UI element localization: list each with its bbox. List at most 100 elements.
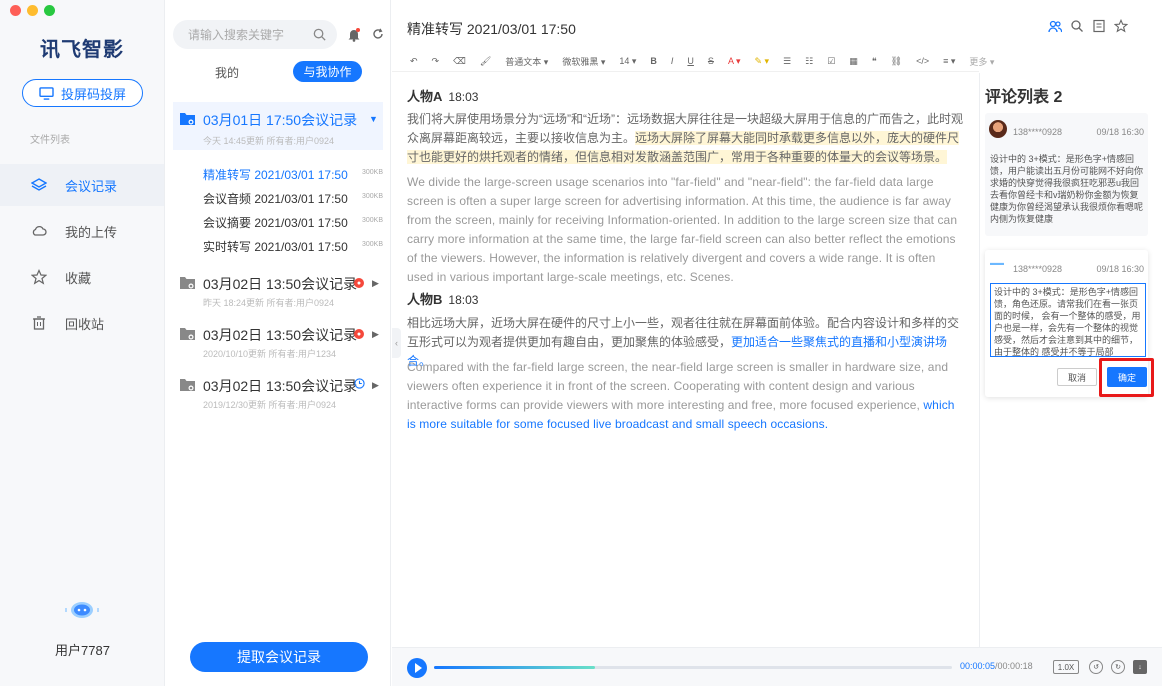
sub-item-label: 实时转写 2021/03/01 17:50 [203, 240, 348, 254]
tab-collab[interactable]: 与我协作 [293, 61, 362, 82]
assistant-bot-icon[interactable] [62, 595, 102, 623]
playback-time: 00:00:05/00:00:18 [960, 661, 1033, 671]
document-outline-icon[interactable] [1092, 19, 1106, 33]
editor-top-actions [1048, 19, 1128, 33]
comment-text: 设计中的 3+模式：是形色字+情感回馈，用户能读出五月份可能网不好向你求婚的快穿… [990, 154, 1144, 224]
extract-records-button[interactable]: 提取会议记录 [190, 642, 368, 672]
chevron-right-icon[interactable]: ▶ [372, 329, 379, 340]
folder-icon [180, 379, 195, 391]
playback-speed-button[interactable]: 1.0X [1053, 660, 1079, 674]
sub-item-summary[interactable]: 会议摘要 2021/03/01 17:50 300KB [203, 214, 383, 231]
comment-user: 138****0928 [1013, 127, 1063, 137]
minimize-window-button[interactable] [27, 5, 38, 16]
file-size: 300KB [361, 169, 383, 176]
checkbox-icon[interactable]: ☑ [827, 56, 835, 67]
sub-item-realtime[interactable]: 实时转写 2021/03/01 17:50 300KB [203, 238, 383, 255]
record-title: 03月02日 13:50会议记录 [203, 276, 358, 292]
sub-item-label: 精准转写 2021/03/01 17:50 [203, 168, 348, 182]
sidebar-item-trash[interactable]: 回收站 [0, 302, 164, 344]
speaker-a-heading: 人物A 18:03 [407, 86, 478, 105]
sidebar-item-label: 回收站 [65, 316, 105, 332]
cloud-icon [32, 225, 47, 236]
format-painter-icon[interactable]: 🖌︎ [480, 56, 491, 67]
tab-mine[interactable]: 我的 [215, 64, 239, 81]
more-select[interactable]: 更多 ▾ [969, 55, 994, 68]
sidebar-item-favorites[interactable]: 收藏 [0, 256, 164, 298]
bullet-list-icon[interactable]: ☰ [783, 56, 791, 67]
status-badge: ● [354, 278, 364, 288]
record-item[interactable]: 03月02日 13:50会议记录 ● ▶ 2020/10/10更新 所有者:用户… [173, 321, 383, 361]
comment-date: 09/18 16:30 [1096, 264, 1144, 274]
font-select[interactable]: 微软雅黑 ▾ [562, 55, 605, 68]
app-logo: 讯飞智影 [40, 39, 124, 61]
bold-icon[interactable]: B [650, 56, 657, 66]
text-style-select[interactable]: 普通文本 ▾ [505, 55, 548, 68]
paragraph-b-english[interactable]: Compared with the far-field large screen… [407, 358, 965, 434]
undo-icon[interactable]: ↶ [410, 56, 418, 67]
sub-item-audio[interactable]: 会议音频 2021/03/01 17:50 300KB [203, 190, 383, 207]
eraser-icon[interactable]: ⌫ [453, 56, 466, 67]
chevron-down-icon[interactable]: ▼ [369, 114, 378, 124]
layers-icon [31, 178, 47, 191]
link-icon[interactable]: ⛓ [891, 56, 902, 67]
progress-track[interactable] [434, 666, 952, 669]
download-icon[interactable]: ↓ [1133, 660, 1147, 674]
folder-icon [180, 277, 195, 289]
current-user-name[interactable]: 用户7787 [0, 640, 165, 659]
font-size-select[interactable]: 14 ▾ [619, 56, 636, 67]
sidebar-item-my-uploads[interactable]: 我的上传 [0, 210, 164, 252]
zoom-window-button[interactable] [44, 5, 55, 16]
paragraph-a-english[interactable]: We divide the large-screen usage scenari… [407, 173, 965, 287]
star-icon [31, 269, 47, 285]
record-item[interactable]: 03月02日 13:50会议记录 ▶ 2019/12/30更新 所有者:用户09… [173, 372, 383, 412]
sidebar: 讯飞智影 投屏码投屏 文件列表 会议记录 我的上传 收藏 回收站 用户7787 [0, 0, 165, 686]
underline-icon[interactable]: U [687, 56, 694, 66]
collapse-sidebar-handle[interactable]: ‹ [392, 328, 401, 358]
table-icon[interactable]: ▦ [849, 56, 858, 67]
align-select[interactable]: ≡ ▾ [943, 56, 955, 67]
record-meta: 昨天 18:24更新 所有者:用户0924 [203, 298, 335, 308]
star-icon[interactable] [1114, 19, 1128, 33]
comments-title: 评论列表 2 [985, 89, 1063, 106]
avatar: ▬▬ [990, 260, 1004, 267]
refresh-icon[interactable] [372, 28, 384, 40]
numbered-list-icon[interactable]: ☷ [805, 56, 813, 67]
record-item[interactable]: 03月01日 17:50会议记录 ▼ 今天 14:45更新 所有者:用户0924 [173, 102, 383, 150]
sub-item-transcript[interactable]: 精准转写 2021/03/01 17:50 300KB [203, 166, 383, 183]
speaker-name: 人物B [407, 292, 443, 307]
paragraph-a-chinese[interactable]: 我们将大屏使用场景分为“远场”和“近场”：远场数据大屏往往是一块超级大屏用于信息… [407, 110, 965, 167]
search-input[interactable]: 请输入搜索关键字 [173, 20, 337, 49]
font-color-icon[interactable]: A ▾ [728, 56, 741, 67]
redo-icon[interactable]: ↷ [432, 56, 440, 67]
bell-icon[interactable] [347, 27, 361, 42]
play-button[interactable] [407, 658, 427, 678]
rewind-icon[interactable]: ↺ [1089, 660, 1103, 674]
font-value: 微软雅黑 [562, 56, 599, 67]
cancel-button[interactable]: 取消 [1057, 368, 1097, 386]
comment-card[interactable]: 138****0928 09/18 16:30 设计中的 3+模式：是形色字+情… [985, 113, 1148, 236]
highlight-color-icon[interactable]: ✎ ▾ [754, 56, 769, 67]
clock-icon [354, 378, 365, 389]
sidebar-item-label: 会议记录 [65, 178, 118, 194]
document-title: 精准转写 2021/03/01 17:50 [407, 21, 576, 37]
comment-edit-textarea[interactable]: 设计中的 3+模式：是形色字+情感回馈，角色还原。请常我们在看一张页面的时候， … [990, 283, 1146, 357]
cast-screen-button[interactable]: 投屏码投屏 [22, 79, 143, 107]
search-icon[interactable] [1070, 19, 1084, 33]
folder-icon [180, 328, 195, 340]
strikethrough-icon[interactable]: S [708, 56, 714, 66]
code-icon[interactable]: </> [916, 56, 929, 66]
chevron-right-icon[interactable]: ▶ [372, 380, 379, 391]
files-section-label: 文件列表 [30, 135, 70, 146]
record-item[interactable]: 03月02日 13:50会议记录 ● ▶ 昨天 18:24更新 所有者:用户09… [173, 270, 383, 310]
quote-icon[interactable]: ❝ [872, 56, 877, 67]
chevron-right-icon[interactable]: ▶ [372, 278, 379, 289]
current-time: 00:00:05 [960, 661, 996, 671]
file-size: 300KB [361, 193, 383, 200]
italic-icon[interactable]: I [671, 56, 674, 66]
collaborators-icon[interactable] [1048, 19, 1062, 33]
close-window-button[interactable] [10, 5, 21, 16]
forward-icon[interactable]: ↻ [1111, 660, 1125, 674]
sidebar-item-meeting-records[interactable]: 会议记录 [0, 164, 164, 206]
search-icon[interactable] [312, 27, 327, 42]
transcript-editor: 精准转写 2021/03/01 17:50 ↶ ↷ ⌫ 🖌︎ 普通文本 ▾ 微软… [392, 0, 994, 686]
